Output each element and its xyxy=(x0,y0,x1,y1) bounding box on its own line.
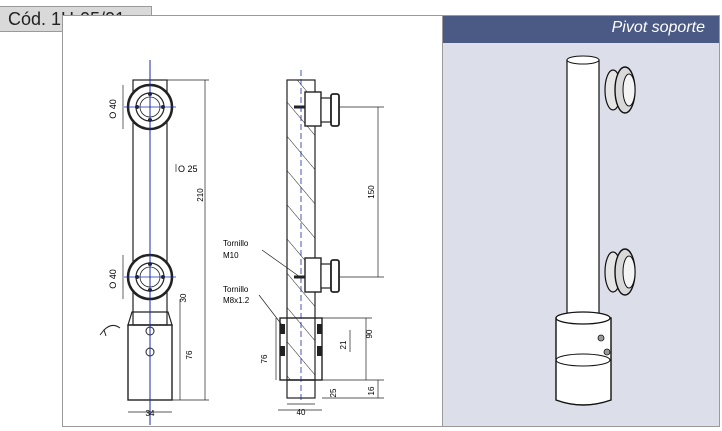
pivot-render-image xyxy=(555,55,636,406)
dim-spacing: 150 xyxy=(367,185,376,199)
dim-base-width-side: 40 xyxy=(297,408,306,417)
dim-dia-bottom: O 40 xyxy=(108,269,118,289)
render-panel: Pivot soporte xyxy=(442,16,719,426)
dim-overall-height: 210 xyxy=(196,188,205,202)
dim-base-inner: 25 xyxy=(329,388,338,397)
dim-dia-top: O 40 xyxy=(108,99,118,119)
callout-bolt-m8-line2: M8x1.2 xyxy=(223,296,250,305)
dim-dia-tube: O 25 xyxy=(178,164,198,174)
dim-base-step: 21 xyxy=(339,340,348,349)
callout-bolt-m10-line2: M10 xyxy=(223,251,239,260)
dim-lower-offset: 30 xyxy=(179,293,188,302)
render-title: Pivot soporte xyxy=(611,19,705,36)
callout-bolt-m8-line1: Tornillo xyxy=(223,285,249,294)
dim-base-bottom: 16 xyxy=(367,386,376,395)
dim-base-width: 34 xyxy=(146,409,155,418)
dim-base-height-left: 76 xyxy=(185,350,194,359)
dim-base-height-front: 76 xyxy=(260,354,269,363)
dim-base-total: 90 xyxy=(365,329,374,338)
callout-bolt-m10-line1: Tornillo xyxy=(223,239,249,248)
technical-drawing: O 40 O 25 O 40 210 30 76 34 150 90 21 16… xyxy=(63,16,441,426)
render-header: Pivot soporte xyxy=(443,16,719,43)
section-view: 150 90 21 16 25 76 40 Tornillo M10 Torni… xyxy=(223,70,384,417)
left-view: O 40 O 25 O 40 210 30 76 34 xyxy=(99,60,209,425)
